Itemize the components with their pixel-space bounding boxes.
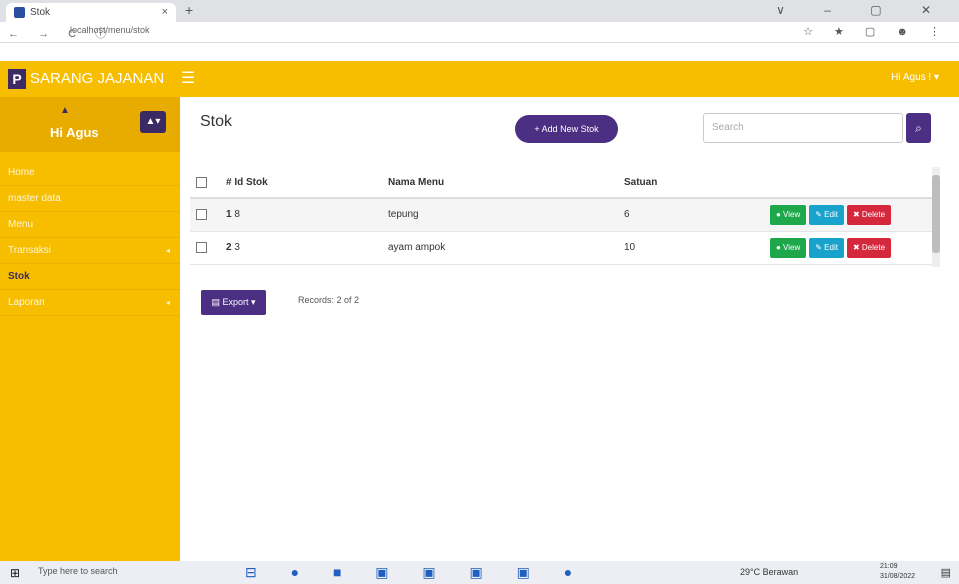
tab-title: Stok [30,7,51,18]
select-all-checkbox[interactable] [196,177,207,188]
row-number: 2 [226,242,232,253]
edit-button[interactable]: ✎ Edit [809,205,844,225]
notification-icon[interactable]: ▤ [941,566,951,579]
browser-toolbar-icons[interactable]: ☆ ★ ▢ ☻ ⋮ [803,25,949,38]
column-header-id[interactable]: # Id Stok [226,177,268,188]
scrollbar-thumb[interactable] [932,175,940,253]
url-field[interactable]: localhost/menu/stok [70,25,770,39]
user-name: Hi Agus [50,125,99,140]
new-tab-button[interactable]: + [185,2,193,18]
row-checkbox[interactable] [196,209,207,220]
sidebar-item-menu[interactable]: Menu [0,212,180,238]
weather-widget[interactable]: 29°C Berawan [740,567,798,577]
brand-name[interactable]: SARANG JAJANAN [30,70,164,87]
address-bar: ← → C ⓘ localhost/menu/stok ☆ ★ ▢ ☻ ⋮ [0,22,959,43]
user-icon: ▲ [60,105,70,116]
sidebar-item-laporan[interactable]: Laporan ◂ [0,290,180,316]
chevron-left-icon: ◂ [165,298,170,307]
taskbar: ⊞ Type here to search ⊟ ● ■ ▣ ▣ ▣ ▣ ● 29… [0,561,959,584]
clock-time: 21:09 [880,563,898,570]
row-actions: ● View ✎ Edit ✖ Delete [770,238,894,258]
add-new-stok-button[interactable]: + Add New Stok [515,115,618,143]
sidebar-item-label: Laporan [8,297,45,308]
records-count: Records: 2 of 2 [298,295,360,305]
sidebar-item-master-data[interactable]: master data [0,186,180,212]
user-panel: ▲ Hi Agus ▲▾ [0,97,180,152]
hamburger-icon[interactable]: ☰ [181,68,195,88]
row-id-value: 3 [234,242,240,253]
browser-tab-bar: Stok × + ∨ – ▢ ✕ [0,0,959,22]
main-content: Stok + Add New Stok Search ⌕ # Id Stok N… [180,97,959,561]
stok-table: # Id Stok Nama Menu Satuan 1 8 tepung 6 … [190,167,938,265]
search-input[interactable]: Search [703,113,903,143]
taskbar-search[interactable]: Type here to search [38,566,118,576]
chevron-left-icon: ◂ [165,246,170,255]
row-actions: ● View ✎ Edit ✖ Delete [770,205,894,225]
sidebar-item-label: master data [8,193,61,204]
row-satuan: 6 [624,209,630,220]
clock-date: 31/08/2022 [880,573,916,580]
sidebar-item-label: Menu [8,219,34,230]
column-header-nama[interactable]: Nama Menu [388,177,444,188]
row-checkbox[interactable] [196,242,207,253]
row-satuan: 10 [624,242,636,253]
table-row: 2 3 ayam ampok 10 ● View ✎ Edit ✖ Delete [190,232,938,265]
row-id: 2 3 [226,242,240,253]
app-navbar: P SARANG JAJANAN ☰ Hi Agus ! ▾ [0,61,959,97]
delete-button[interactable]: ✖ Delete [846,205,892,225]
sidebar-item-label: Home [8,167,35,178]
row-id-value: 8 [234,209,240,220]
close-tab-icon[interactable]: × [162,6,168,18]
edit-button[interactable]: ✎ Edit [809,238,844,258]
view-button[interactable]: ● View [770,205,807,225]
sidebar-item-label: Stok [8,271,30,282]
delete-button[interactable]: ✖ Delete [846,238,892,258]
user-dropdown-button[interactable]: ▲▾ [140,111,166,133]
column-header-satuan[interactable]: Satuan [624,177,657,188]
page-title: Stok [200,113,233,130]
browser-tab[interactable]: Stok × [6,3,176,22]
table-row: 1 8 tepung 6 ● View ✎ Edit ✖ Delete [190,199,938,232]
sidebar-item-stok[interactable]: Stok [0,264,180,290]
windows-start-icon[interactable]: ⊞ [10,566,20,580]
row-nama: tepung [388,209,419,220]
brand-logo-icon: P [8,69,26,89]
search-icon[interactable]: ⌕ [906,113,931,143]
sidebar-menu: Home master data Menu Transaksi ◂ Stok La… [0,160,180,316]
export-button[interactable]: ▤ Export ▾ [201,290,266,315]
sidebar-item-home[interactable]: Home [0,160,180,186]
row-number: 1 [226,209,232,220]
row-nama: ayam ampok [388,242,446,253]
table-header: # Id Stok Nama Menu Satuan [190,167,938,199]
sidebar-item-label: Transaksi [8,245,51,256]
sidebar-item-transaksi[interactable]: Transaksi ◂ [0,238,180,264]
top-user-menu[interactable]: Hi Agus ! ▾ [891,72,939,83]
sidebar: ▲ Hi Agus ▲▾ Home master data Menu Trans… [0,97,180,561]
clock[interactable]: 21:09 31/08/2022 [880,562,915,582]
favicon-icon [14,7,25,18]
window-controls[interactable]: ∨ – ▢ ✕ [776,3,949,17]
taskbar-app-icons[interactable]: ⊟ ● ■ ▣ ▣ ▣ ▣ ● [245,564,587,581]
row-id: 1 8 [226,209,240,220]
view-button[interactable]: ● View [770,238,807,258]
